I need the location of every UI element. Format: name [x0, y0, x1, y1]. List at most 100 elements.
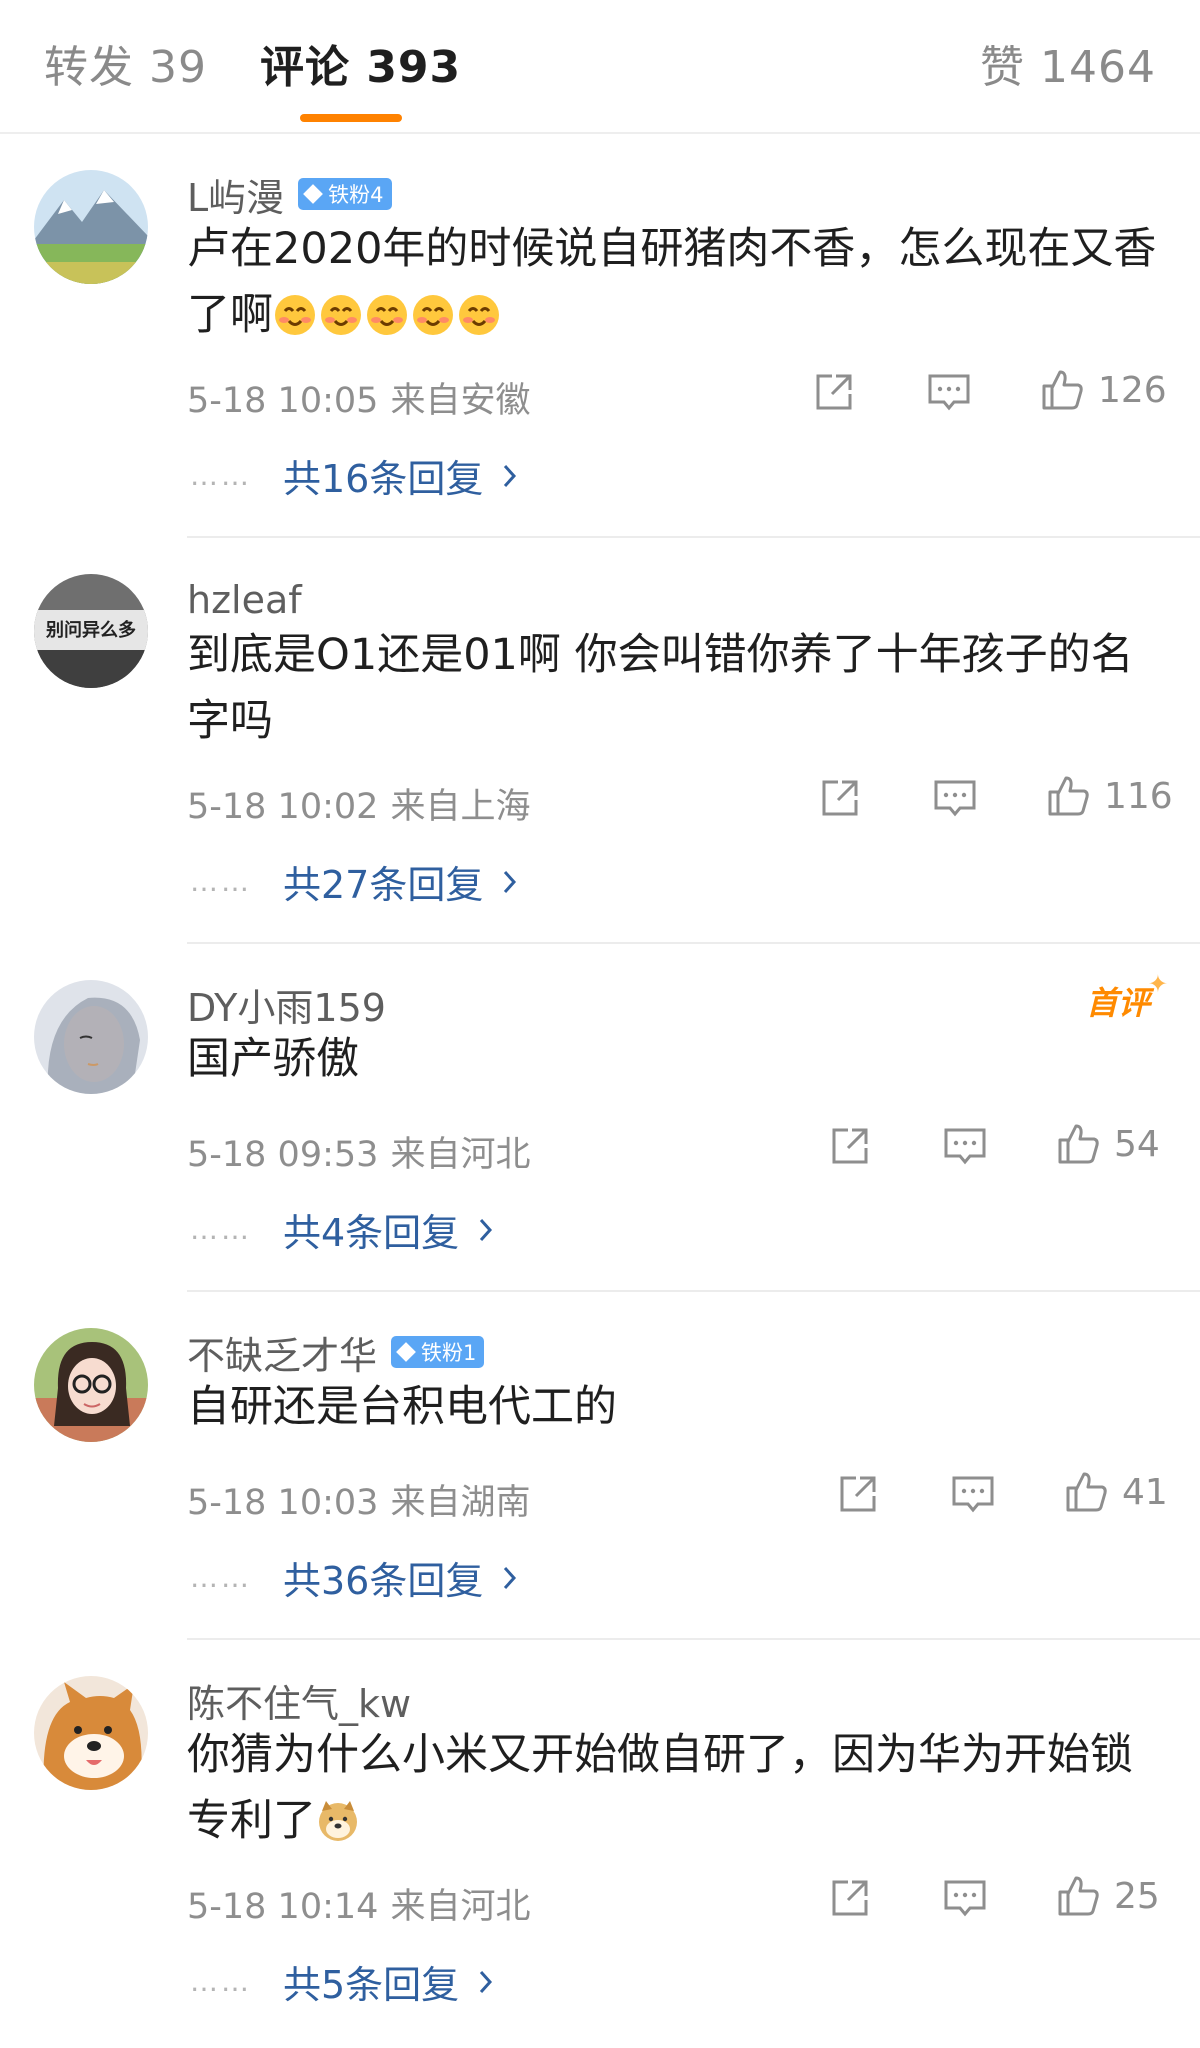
first-comment-tag: 首评 ✦: [1085, 970, 1168, 1024]
doge-emoji: [319, 1801, 357, 1841]
smiling-blush-emoji: [459, 295, 499, 335]
comment-meta: 5-18 10:02 来自上海: [187, 778, 530, 829]
like-button[interactable]: 116: [1044, 772, 1173, 820]
dots-icon: ……: [190, 459, 252, 492]
dots-icon: ……: [190, 1561, 252, 1594]
like-button[interactable]: 126: [1038, 366, 1167, 414]
comment-bubble-icon: [928, 374, 970, 411]
comment-location: 来自河北: [390, 1887, 531, 1927]
like-count: 54: [1114, 1123, 1160, 1165]
fan-badge[interactable]: 铁粉4: [298, 178, 392, 210]
divider: [187, 942, 1200, 944]
username[interactable]: L屿漫: [187, 167, 284, 222]
reply-button[interactable]: [932, 776, 978, 820]
comment-meta: 5-18 09:53 来自河北: [187, 1126, 530, 1177]
avatar[interactable]: [34, 1676, 148, 1790]
smiling-blush-emoji: [275, 295, 315, 335]
chevron-right-icon: [480, 1218, 493, 1241]
fan-badge-label: 铁粉4: [328, 183, 384, 207]
share-button[interactable]: [818, 776, 862, 820]
share-button[interactable]: [828, 1124, 872, 1168]
comment-location: 来自安徽: [390, 381, 531, 421]
avatar[interactable]: [34, 1328, 148, 1442]
smiling-blush-emoji: [367, 295, 407, 335]
comment-time: 5-18 10:05: [187, 381, 379, 421]
comment-text: 自研还是台积电代工的: [187, 1382, 617, 1432]
share-icon: [840, 1476, 876, 1512]
comment-text: 国产骄傲: [187, 1034, 359, 1084]
username[interactable]: 陈不住气_kw: [187, 1673, 411, 1728]
divider: [187, 536, 1200, 538]
tab-reposts[interactable]: 转发 39: [44, 40, 207, 96]
comment-meta: 5-18 10:14 来自河北: [187, 1878, 530, 1929]
share-button[interactable]: [836, 1472, 880, 1516]
comment-header: DY小雨159: [187, 976, 386, 1032]
chevron-right-icon: [504, 1566, 517, 1589]
reply-button[interactable]: [942, 1876, 988, 1920]
avatar[interactable]: [34, 980, 148, 1094]
view-replies-link[interactable]: …… 共27条回复: [190, 854, 519, 909]
like-count: 116: [1104, 775, 1173, 817]
comment-time: 5-18 09:53: [187, 1135, 379, 1175]
share-icon: [832, 1880, 868, 1916]
comment-time: 5-18 10:14: [187, 1887, 379, 1927]
chevron-right-icon: [480, 1970, 493, 1993]
like-button[interactable]: 41: [1062, 1468, 1168, 1516]
comment-tabs: 转发 39 评论 393 赞 1464: [0, 0, 1200, 134]
diamond-icon: [303, 184, 324, 204]
dots-icon: ……: [190, 1213, 252, 1246]
reply-button[interactable]: [926, 370, 972, 414]
reply-count: 共36条回复: [283, 1559, 484, 1603]
share-icon: [816, 374, 852, 410]
avatar[interactable]: [34, 170, 148, 284]
reply-button[interactable]: [942, 1124, 988, 1168]
comment-header: hzleaf: [187, 572, 302, 628]
view-replies-link[interactable]: …… 共4条回复: [190, 1202, 495, 1257]
first-comment-tag-label: 首评: [1085, 984, 1150, 1022]
comment-header: 陈不住气_kw: [187, 1672, 411, 1728]
comment-bubble-icon: [944, 1128, 986, 1165]
thumbs-up-icon: [1058, 1876, 1099, 1916]
reply-button[interactable]: [950, 1472, 996, 1516]
like-button[interactable]: 25: [1054, 1872, 1160, 1920]
active-tab-indicator: [300, 114, 402, 122]
tab-comments[interactable]: 评论 393: [260, 40, 461, 96]
divider: [187, 1638, 1200, 1640]
username[interactable]: DY小雨159: [187, 977, 386, 1032]
comment-text: 到底是O1还是01啊 你会叫错你养了十年孩子的名字吗: [187, 630, 1134, 746]
like-count: 126: [1098, 369, 1167, 411]
username[interactable]: 不缺乏才华: [187, 1325, 377, 1380]
username[interactable]: hzleaf: [187, 578, 302, 622]
share-icon: [832, 1128, 868, 1164]
comment-meta: 5-18 10:03 来自湖南: [187, 1474, 530, 1525]
avatar-text: 别问异么多: [46, 620, 136, 641]
smiling-blush-emoji: [413, 295, 453, 335]
share-icon: [822, 780, 858, 816]
comment-bubble-icon: [934, 780, 976, 817]
comment-meta: 5-18 10:05 来自安徽: [187, 372, 530, 423]
share-button[interactable]: [828, 1876, 872, 1920]
like-button[interactable]: 54: [1054, 1120, 1160, 1168]
reply-count: 共16条回复: [283, 457, 484, 501]
dots-icon: ……: [190, 1965, 252, 1998]
view-replies-link[interactable]: …… 共16条回复: [190, 448, 519, 503]
comment-location: 来自上海: [390, 787, 531, 827]
dots-icon: ……: [190, 865, 252, 898]
comment-header: 不缺乏才华 铁粉1: [187, 1324, 485, 1380]
comment-text: 你猜为什么小米又开始做自研了，因为华为开始锁专利了: [187, 1722, 1167, 1854]
thumbs-up-icon: [1058, 1124, 1099, 1164]
comment-time: 5-18 10:02: [187, 787, 379, 827]
view-replies-link[interactable]: …… 共5条回复: [190, 1954, 495, 2009]
view-replies-link[interactable]: …… 共36条回复: [190, 1550, 519, 1605]
fan-badge[interactable]: 铁粉1: [391, 1336, 485, 1368]
avatar[interactable]: 别问异么多: [34, 574, 148, 688]
chevron-right-icon: [504, 870, 517, 893]
thumbs-up-icon: [1048, 776, 1089, 816]
reply-count: 共4条回复: [283, 1211, 460, 1255]
comment-header: L屿漫 铁粉4: [187, 166, 392, 222]
comment-location: 来自湖南: [390, 1483, 531, 1523]
chevron-right-icon: [504, 464, 517, 487]
share-button[interactable]: [812, 370, 856, 414]
tab-likes[interactable]: 赞 1464: [980, 40, 1156, 96]
like-count: 41: [1122, 1471, 1168, 1513]
